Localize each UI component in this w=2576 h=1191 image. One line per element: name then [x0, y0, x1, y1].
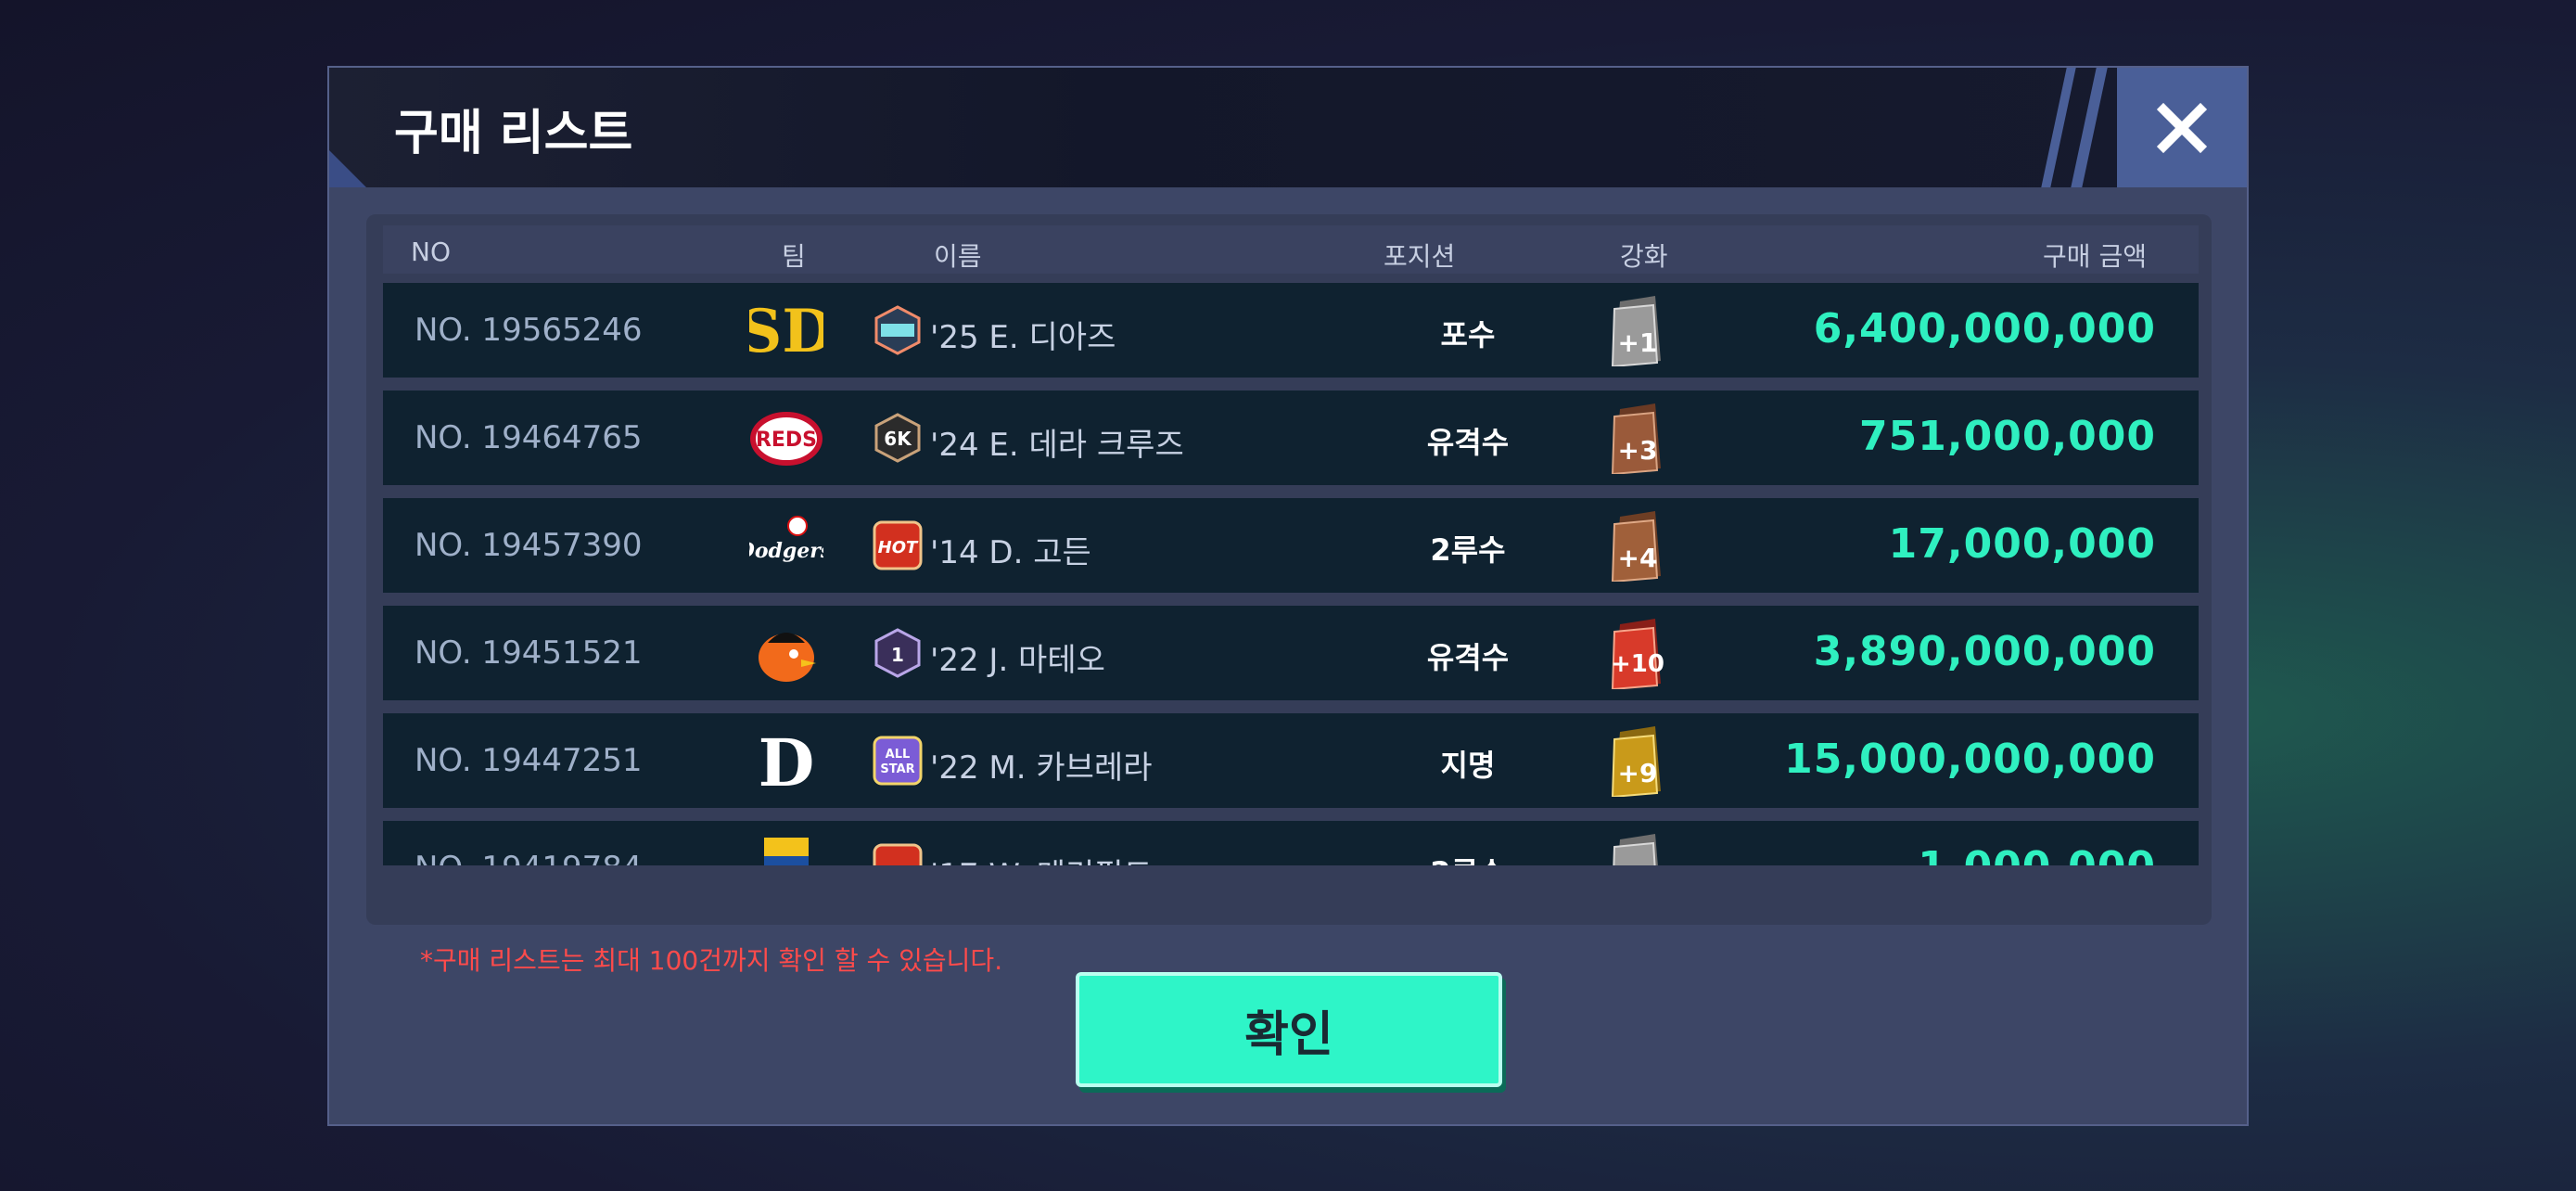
baltimore-orioles-logo-icon — [759, 633, 816, 682]
all-star-badge-icon: ALL STAR — [873, 736, 923, 786]
list-row[interactable]: NO. 19464765 REDS 6K '24 E. 데라 크루즈 유격수 +… — [383, 391, 2199, 485]
san-diego-padres-logo-icon: SD — [749, 297, 823, 366]
rank-1-badge-icon: 1 — [874, 628, 921, 678]
detroit-tigers-logo-icon: D — [759, 724, 815, 799]
column-position: 포지션 — [1384, 241, 1456, 272]
superstar-badge-icon — [874, 305, 921, 355]
los-angeles-dodgers-logo-icon: Dodgers — [749, 516, 823, 563]
purchase-list-dialog: 구매 리스트 NO 팀 이름 포지션 강화 구매 금액 NO. 19565246… — [327, 66, 2249, 1126]
enhance-badge: +4 — [1607, 511, 1668, 583]
row-number: NO. 19457390 — [414, 527, 643, 564]
grade-badge-icon — [873, 843, 923, 865]
svg-text:HOT: HOT — [878, 538, 919, 557]
player-name: '24 E. 데라 크루즈 — [930, 427, 1184, 464]
player-position: 포수 — [1440, 317, 1496, 352]
list-header: NO 팀 이름 포지션 강화 구매 금액 — [383, 225, 2199, 274]
enhance-level: +3 — [1617, 435, 1658, 466]
header-stripe — [2041, 68, 2076, 187]
6k-badge-icon: 6K — [874, 413, 921, 463]
enhance-badge: +3 — [1607, 403, 1668, 476]
hot-badge-icon: HOT — [873, 520, 923, 570]
svg-text:D: D — [759, 724, 815, 799]
row-number: NO. 19565246 — [414, 312, 643, 349]
enhance-badge: +10 — [1607, 619, 1668, 691]
close-icon — [2156, 102, 2208, 153]
purchase-price: 6,400,000,000 — [1813, 305, 2156, 352]
enhance-level: +9 — [1617, 758, 1658, 788]
purchase-price: 1,000,000 — [1918, 843, 2156, 865]
player-position: 지명 — [1440, 748, 1496, 783]
svg-text:1: 1 — [891, 644, 904, 666]
row-number: NO. 19464765 — [414, 419, 643, 456]
list-row[interactable]: NO. 19419784 '17 W. 메리필드 2루수 1,000,000 — [383, 821, 2199, 865]
row-number: NO. 19447251 — [414, 742, 643, 779]
player-position: 2루수 — [1375, 850, 1561, 865]
player-name: '22 M. 카브레라 — [930, 749, 1153, 787]
purchase-price: 751,000,000 — [1859, 413, 2156, 460]
row-number: NO. 19451521 — [414, 634, 643, 672]
player-position: 유격수 — [1426, 640, 1510, 675]
column-no: NO — [411, 237, 451, 267]
row-number: NO. 19419784 — [414, 850, 643, 865]
player-name: '22 J. 마테오 — [930, 642, 1105, 679]
confirm-button[interactable]: 확인 — [1076, 972, 1502, 1087]
column-name: 이름 — [934, 241, 982, 272]
column-team: 팀 — [782, 241, 806, 272]
player-name: '14 D. 고든 — [930, 534, 1091, 571]
header-corner-accent — [329, 150, 366, 187]
dialog-header: 구매 리스트 — [329, 68, 2247, 187]
svg-text:Dodgers: Dodgers — [749, 539, 823, 563]
svg-text:STAR: STAR — [880, 762, 914, 776]
list-row[interactable]: NO. 19447251 D ALL STAR '22 M. 카브레라 지명 + — [383, 713, 2199, 808]
dialog-title: 구매 리스트 — [394, 106, 633, 161]
purchase-price: 15,000,000,000 — [1784, 736, 2156, 783]
list-scroll-area[interactable]: NO. 19565246 SD '25 E. 디아즈 포수 +1 6,400,0… — [383, 283, 2199, 865]
enhance-level: +4 — [1617, 543, 1658, 573]
enhance-level: +1 — [1617, 327, 1658, 358]
cincinnati-reds-logo-icon: REDS — [750, 412, 823, 466]
column-price: 구매 금액 — [2043, 241, 2147, 272]
purchase-price: 17,000,000 — [1888, 520, 2156, 568]
player-name: '17 W. 메리필드 — [930, 850, 1153, 865]
enhance-badge: +9 — [1607, 726, 1668, 799]
enhance-card-icon — [1613, 834, 1658, 865]
enhance-badge — [1607, 834, 1668, 865]
svg-text:REDS: REDS — [756, 429, 817, 452]
svg-text:SD: SD — [749, 297, 823, 366]
svg-text:6K: 6K — [884, 428, 912, 450]
purchase-price: 3,890,000,000 — [1813, 628, 2156, 675]
header-stripe — [2071, 68, 2108, 187]
enhance-level: +10 — [1611, 650, 1664, 678]
column-enhance: 강화 — [1620, 241, 1668, 272]
list-row[interactable]: NO. 19457390 Dodgers HOT '14 D. 고든 2루수 — [383, 498, 2199, 593]
list-limit-notice: *구매 리스트는 최대 100건까지 확인 할 수 있습니다. — [420, 945, 1003, 976]
player-name: '25 E. 디아즈 — [930, 319, 1116, 356]
list-row[interactable]: NO. 19565246 SD '25 E. 디아즈 포수 +1 6,400,0… — [383, 283, 2199, 378]
close-button[interactable] — [2117, 68, 2247, 187]
kansas-city-royals-logo-icon — [764, 838, 809, 865]
player-position: 2루수 — [1430, 532, 1506, 568]
confirm-label: 확인 — [1244, 1006, 1333, 1063]
enhance-badge: +1 — [1607, 296, 1668, 368]
list-row[interactable]: NO. 19451521 1 '22 J. 마테오 유격수 +10 3,890,… — [383, 606, 2199, 700]
svg-text:ALL: ALL — [886, 748, 911, 762]
player-position: 유격수 — [1426, 425, 1510, 460]
purchase-list-panel: NO 팀 이름 포지션 강화 구매 금액 NO. 19565246 SD '25… — [366, 214, 2212, 976]
